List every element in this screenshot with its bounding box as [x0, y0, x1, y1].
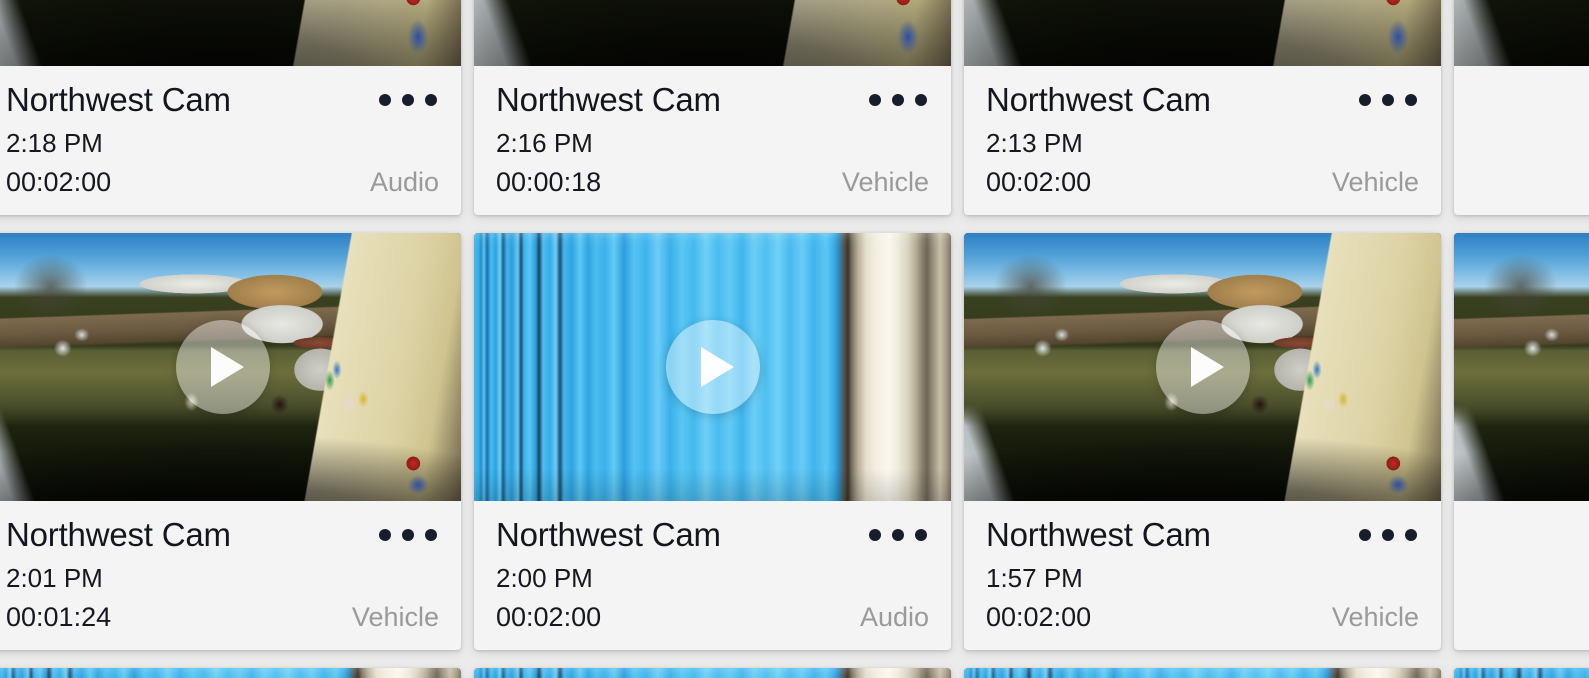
clip-card[interactable]: Northwest Cam 1:57 PM 00:02:00 Vehicle — [964, 233, 1441, 650]
clip-thumbnail[interactable] — [1454, 0, 1589, 66]
clip-time: 2:13 PM — [986, 128, 1083, 158]
clip-time: 2:18 PM — [6, 128, 103, 158]
clip-thumbnail[interactable] — [1454, 668, 1589, 678]
clip-thumbnail[interactable] — [474, 233, 951, 501]
clip-time: 2:16 PM — [496, 128, 593, 158]
clip-tag: Audio — [859, 602, 929, 632]
clip-meta: Northwest Cam 2:16 PM 00:00:18 Vehicle — [474, 66, 951, 215]
clip-meta: Northwest Cam 2:13 PM 00:02:00 Vehicle — [964, 66, 1441, 215]
clip-card[interactable] — [0, 668, 461, 678]
camera-name: Northwest Cam — [496, 81, 721, 118]
clip-time: 1:57 PM — [986, 563, 1083, 593]
clip-card[interactable]: Northwest Cam 2:01 PM 00:01:24 Vehicle — [0, 233, 461, 650]
clips-grid: Northwest Cam 2:18 PM 00:02:00 Audio Nor… — [0, 0, 1589, 678]
clip-duration: 00:02:00 — [496, 602, 602, 632]
clip-card[interactable]: Northwest Cam 2:18 PM 00:02:00 Audio — [0, 0, 461, 215]
clip-meta: Northwest Cam 1:57 PM 00:02:00 Vehicle — [964, 501, 1441, 650]
clip-thumbnail[interactable] — [964, 0, 1441, 66]
clip-meta: Northwest Cam 2:18 PM 00:02:00 Audio — [0, 66, 461, 215]
more-options-icon[interactable] — [379, 515, 439, 541]
clips-grid-viewport[interactable]: Northwest Cam 2:18 PM 00:02:00 Audio Nor… — [0, 0, 1589, 678]
clip-card[interactable] — [964, 668, 1441, 678]
more-options-icon[interactable] — [379, 80, 439, 106]
camera-name: Northwest Cam — [986, 516, 1211, 553]
clip-duration: 00:02:00 — [986, 167, 1092, 197]
clip-card[interactable]: Northwest Cam 2:16 PM 00:00:18 Vehicle — [474, 0, 951, 215]
clip-card[interactable] — [1454, 668, 1589, 678]
glitch-frame-image — [0, 668, 461, 678]
clip-thumbnail[interactable] — [0, 668, 461, 678]
more-options-icon[interactable] — [869, 80, 929, 106]
camera-name: Northwest Cam — [986, 81, 1211, 118]
clip-thumbnail[interactable] — [0, 0, 461, 66]
camera-name: Northwest Cam — [6, 516, 231, 553]
clip-thumbnail[interactable] — [0, 233, 461, 501]
play-icon[interactable] — [665, 320, 760, 414]
clip-meta: Vehicle — [1454, 66, 1589, 215]
clip-card[interactable]: Vehicle — [1454, 0, 1589, 215]
play-icon[interactable] — [175, 320, 270, 414]
glitch-frame-image — [474, 668, 951, 678]
backyard-scene-image — [1454, 0, 1589, 66]
more-options-icon[interactable] — [1359, 515, 1419, 541]
camera-name: Northwest Cam — [6, 81, 231, 118]
clip-tag: Vehicle — [1331, 602, 1419, 632]
clip-duration: 00:02:00 — [6, 167, 112, 197]
camera-name: Northwest Cam — [496, 516, 721, 553]
glitch-frame-image — [1454, 668, 1589, 678]
backyard-scene-image — [0, 0, 461, 66]
clip-tag: Vehicle — [351, 602, 439, 632]
clip-thumbnail[interactable] — [964, 668, 1441, 678]
clip-card[interactable]: Northwest Cam 2:00 PM 00:02:00 Audio — [474, 233, 951, 650]
clip-thumbnail[interactable] — [964, 233, 1441, 501]
clip-meta: Vehicle — [1454, 501, 1589, 650]
clip-duration: 00:00:18 — [496, 167, 602, 197]
more-options-icon[interactable] — [1359, 80, 1419, 106]
clip-meta: Northwest Cam 2:01 PM 00:01:24 Vehicle — [0, 501, 461, 650]
backyard-scene-image — [1454, 233, 1589, 501]
glitch-frame-image — [964, 668, 1441, 678]
clip-card[interactable]: Vehicle — [1454, 233, 1589, 650]
clip-tag: Audio — [369, 167, 439, 197]
clip-time: 2:00 PM — [496, 563, 593, 593]
clip-meta: Northwest Cam 2:00 PM 00:02:00 Audio — [474, 501, 951, 650]
clip-duration: 00:02:00 — [986, 602, 1092, 632]
clip-tag: Vehicle — [1331, 167, 1419, 197]
more-options-icon[interactable] — [869, 515, 929, 541]
clip-thumbnail[interactable] — [1454, 233, 1589, 501]
clip-card[interactable]: Northwest Cam 2:13 PM 00:02:00 Vehicle — [964, 0, 1441, 215]
backyard-scene-image — [964, 0, 1441, 66]
clip-tag: Vehicle — [841, 167, 929, 197]
backyard-scene-image — [474, 0, 951, 66]
clip-time: 2:01 PM — [6, 563, 103, 593]
clip-thumbnail[interactable] — [474, 0, 951, 66]
clip-duration: 00:01:24 — [6, 602, 112, 632]
clip-thumbnail[interactable] — [474, 668, 951, 678]
play-icon[interactable] — [1155, 320, 1250, 414]
clip-card[interactable] — [474, 668, 951, 678]
